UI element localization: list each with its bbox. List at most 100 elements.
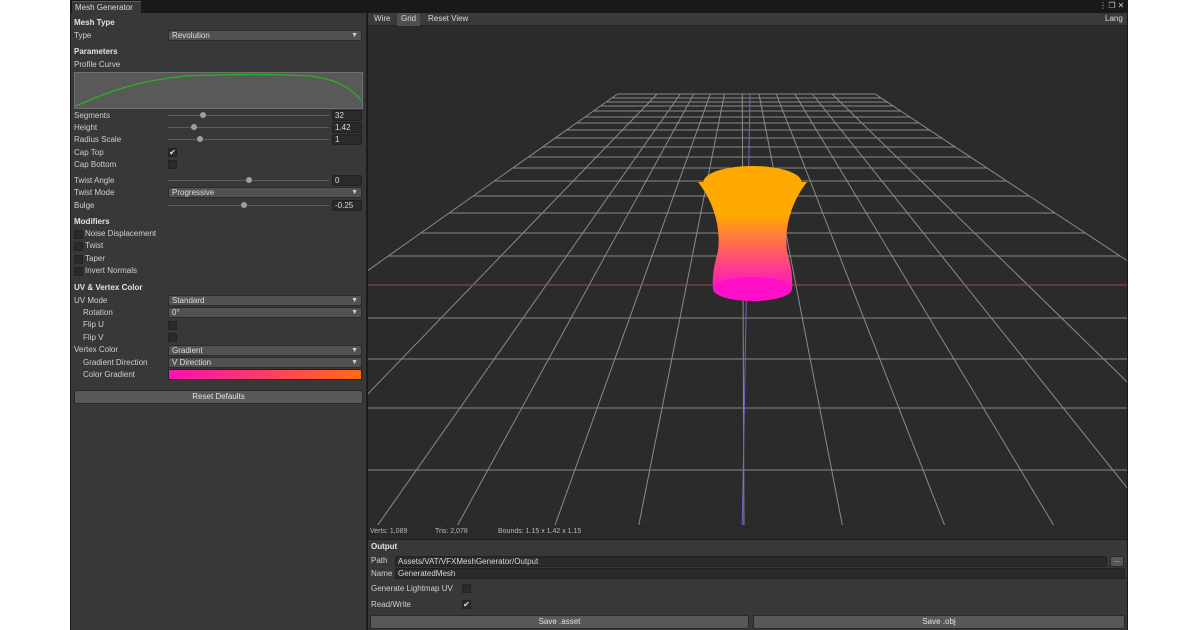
slider-thumb[interactable] [241,202,248,208]
gradient-direction-dropdown[interactable]: V Direction ▼ [168,357,362,368]
grid-line [831,93,1127,383]
uv-mode-value: Standard [172,296,205,305]
radius-scale-field[interactable]: 1 [332,134,362,145]
uv-mode-label: UV Mode [74,296,108,305]
invert-normals-label: Invert Normals [85,266,138,275]
height-label: Height [74,123,98,132]
inspector-panel: Mesh Type Type Revolution ▼ Parameters Pr… [71,13,367,630]
bulge-field[interactable]: -0.25 [332,200,362,211]
chevron-down-icon: ▼ [351,309,358,316]
vertex-color-value: Gradient [172,346,203,355]
chevron-down-icon: ▼ [351,189,358,196]
color-gradient-field[interactable] [168,369,362,380]
browse-button[interactable]: ... [1110,556,1124,567]
grid-line [635,93,725,539]
grid-line [874,93,1127,262]
grid-line [449,93,695,539]
radius-scale-slider[interactable] [168,134,329,145]
tab-bar: Mesh Generator ⋮ ❐ ✕ [70,0,1128,13]
name-label: Name [371,569,393,578]
cap-bottom-label: Cap Bottom [74,160,117,169]
wire-toggle-button[interactable]: Wire [370,13,394,26]
cap-bottom-checkbox[interactable] [168,160,177,169]
save-asset-button[interactable]: Save .asset [370,615,749,629]
grid-line [368,93,658,395]
gradient-direction-value: V Direction [172,358,212,367]
scene-viewport[interactable]: Wire Grid Reset View Lang [368,13,1127,539]
chevron-down-icon: ▼ [351,347,358,354]
noise-displacement-label: Noise Displacement [85,229,157,238]
mesh-type-header: Mesh Type [74,18,115,27]
modifiers-header: Modifiers [74,217,110,226]
path-label: Path [371,556,388,565]
height-slider[interactable] [168,122,329,133]
gradient-direction-label: Gradient Direction [83,358,148,367]
bulge-label: Bulge [74,201,95,210]
invert-normals-checkbox[interactable] [74,267,83,276]
profile-curve-graph [75,73,362,107]
grid-line [811,93,1127,489]
grid-line [368,93,618,271]
slider-thumb[interactable] [190,124,197,130]
slider-thumb[interactable] [245,177,252,183]
taper-checkbox[interactable] [74,255,83,264]
grid-canvas [368,93,1127,539]
twist-angle-field[interactable]: 0 [332,175,362,186]
uv-mode-dropdown[interactable]: Standard ▼ [168,295,362,306]
segments-slider[interactable] [168,110,329,121]
floor-grid [368,93,1127,539]
mesh-generator-window: Mesh Generator ⋮ ❐ ✕ Mesh Type Type Revo… [70,0,1128,630]
twist-angle-slider[interactable] [168,175,329,186]
vertex-color-dropdown[interactable]: Gradient ▼ [168,345,362,356]
viewport-toolbar: Wire Grid Reset View Lang [368,13,1127,26]
read-write-checkbox[interactable]: ✔ [462,600,471,609]
path-field[interactable]: Assets/VAT/VFXMeshGenerator/Output [395,556,1107,567]
more-icon[interactable]: ⋮ [1099,1,1107,11]
height-field[interactable]: 1.42 [332,122,362,133]
twist-mode-value: Progressive [172,188,215,197]
language-button[interactable]: Lang [1101,13,1127,26]
reset-defaults-button[interactable]: Reset Defaults [74,390,363,404]
rotation-label: Rotation [83,308,113,317]
grid-line [549,93,711,539]
flip-v-checkbox[interactable] [168,333,177,342]
save-obj-button[interactable]: Save .obj [753,615,1125,629]
rotation-value: 0° [172,308,180,317]
chevron-down-icon: ▼ [351,297,358,304]
flip-u-checkbox[interactable] [168,321,177,330]
lightmap-uv-checkbox[interactable] [462,584,471,593]
verts-count: Verts: 1,089 [370,528,408,535]
bulge-slider[interactable] [168,200,329,211]
chevron-down-icon: ▼ [351,359,358,366]
cap-top-label: Cap Top [74,148,104,157]
output-header: Output [371,542,398,551]
mesh-body [698,182,807,289]
tab-mesh-generator[interactable]: Mesh Generator [72,1,141,13]
profile-curve-line [75,73,362,107]
profile-curve-editor[interactable] [74,72,363,109]
profile-curve-label: Profile Curve [74,60,121,69]
rotation-dropdown[interactable]: 0° ▼ [168,307,362,318]
slider-thumb[interactable] [200,112,207,118]
output-panel: Output Path Assets/VAT/VFXMeshGenerator/… [368,539,1127,630]
close-icon[interactable]: ✕ [1117,1,1125,11]
radius-scale-label: Radius Scale [74,135,122,144]
twist-mode-dropdown[interactable]: Progressive ▼ [168,187,362,198]
slider-track [168,115,329,116]
name-field[interactable]: GeneratedMesh [395,568,1125,579]
maximize-icon[interactable]: ❐ [1108,1,1116,11]
slider-thumb[interactable] [197,136,204,142]
twist-checkbox[interactable] [74,242,83,251]
reset-view-button[interactable]: Reset View [424,13,472,26]
type-dropdown[interactable]: Revolution ▼ [168,30,362,41]
cap-top-checkbox[interactable]: ✔ [168,148,177,157]
grid-toggle-button[interactable]: Grid [397,13,421,26]
vertex-color-label: Vertex Color [74,345,119,354]
twist-angle-label: Twist Angle [74,176,115,185]
slider-track [168,139,329,140]
bounds-readout: Bounds: 1.15 x 1.42 x 1.15 [498,528,582,535]
segments-field[interactable]: 32 [332,110,362,121]
lightmap-uv-label: Generate Lightmap UV [371,584,453,593]
noise-displacement-checkbox[interactable] [74,230,83,239]
flip-v-label: Flip V [83,333,104,342]
